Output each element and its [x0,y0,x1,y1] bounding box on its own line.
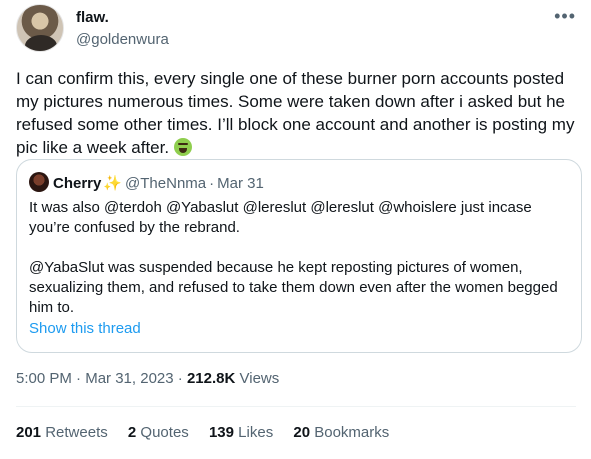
quoted-tweet-date: Mar 31 [217,175,264,192]
quotes-count: 2 [127,424,137,441]
more-options-icon[interactable]: ••• [554,6,576,27]
meta-separator: · [177,370,183,387]
views-label: Views [239,370,280,387]
sparkle-icon: ✨ [103,175,123,192]
tweet-meta: 5:00 PM · Mar 31, 2023 · 212.8K Views [16,370,279,387]
quoted-author-handle: @TheNnma [125,175,207,192]
quoted-paragraph-1: It was also @terdoh @Yabaslut @lereslut … [29,199,532,236]
divider [16,406,576,407]
author-avatar[interactable] [16,4,64,52]
tweet: flaw. @goldenwura ••• I can confirm this… [0,0,591,459]
quoted-tweet-text: It was also @terdoh @Yabaslut @lereslut … [29,198,569,318]
tweet-header: flaw. @goldenwura ••• [16,4,576,56]
quoted-author-avatar [29,172,49,192]
bookmarks-stat[interactable]: 20 Bookmarks [293,424,389,441]
author-display-name[interactable]: flaw. [76,8,169,28]
tweet-stats: 201 Retweets 2 Quotes 139 Likes 20 Bookm… [16,424,405,441]
tweet-body: I can confirm this, every single one of … [16,67,576,159]
retweets-label: Retweets [45,424,108,441]
face-vomiting-emoji-icon [173,138,192,156]
quotes-stat[interactable]: 2 Quotes [128,424,189,441]
tweet-date[interactable]: Mar 31, 2023 [85,370,173,387]
meta-separator: · [76,370,82,387]
quoted-tweet[interactable]: Cherry ✨ @TheNnma · Mar 31 It was also @terd… [16,159,582,353]
views-count: 212.8K [186,370,236,387]
likes-count: 139 [208,424,234,441]
author-handle[interactable]: @goldenwura [76,30,169,50]
likes-label: Likes [238,424,274,441]
dot-separator: · [209,175,215,192]
tweet-text: I can confirm this, every single one of … [16,69,575,157]
bookmarks-label: Bookmarks [314,424,390,441]
quoted-author-name: Cherry [53,175,102,192]
likes-stat[interactable]: 139 Likes [209,424,273,441]
show-this-thread-link[interactable]: Show this thread [29,320,141,337]
tweet-time[interactable]: 5:00 PM [16,370,72,387]
quotes-label: Quotes [140,424,189,441]
quoted-tweet-header: Cherry ✨ @TheNnma · Mar 31 [29,172,264,192]
author-info: flaw. @goldenwura [76,8,169,50]
bookmarks-count: 20 [293,424,311,441]
quoted-paragraph-2: @YabaSlut was suspended because he kept … [29,259,558,316]
retweets-count: 201 [16,424,42,441]
retweets-stat[interactable]: 201 Retweets [16,424,108,441]
